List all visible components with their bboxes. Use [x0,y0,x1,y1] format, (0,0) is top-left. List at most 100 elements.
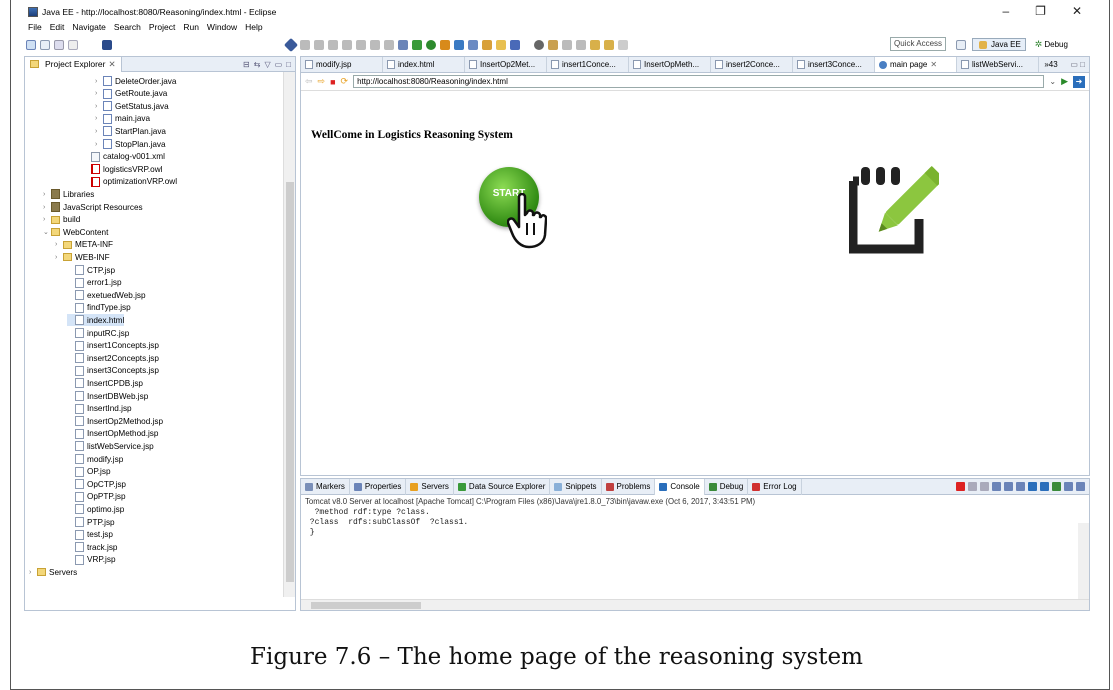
tree-item[interactable]: test.jsp [67,529,113,541]
url-field[interactable]: http://localhost:8080/Reasoning/index.ht… [353,75,1045,88]
expand-arrow-icon[interactable]: › [43,216,51,223]
console-tool-icon[interactable] [992,482,1001,491]
toggle-mark-icon[interactable] [548,40,558,50]
bottom-tab[interactable]: Error Log [748,478,802,495]
view-menu-icon[interactable]: ▽ [264,60,270,69]
expand-arrow-icon[interactable]: › [55,254,63,261]
expand-arrow-icon[interactable]: › [95,115,103,122]
tree-item[interactable]: exetuedWeb.jsp [67,289,146,301]
tree-item[interactable]: OpPTP.jsp [67,491,126,503]
editor-tab[interactable]: main page ✕ [875,57,957,72]
bottom-tab[interactable]: Problems [602,478,656,495]
tree-item[interactable]: catalog-v001.xml [83,151,165,163]
run-icon[interactable] [426,40,436,50]
tree-item[interactable]: InsertInd.jsp [67,403,132,415]
menu-run[interactable]: Run [183,22,199,32]
console-tool-icon[interactable] [1052,482,1061,491]
expand-arrow-icon[interactable]: › [95,128,103,135]
server-icon[interactable] [398,40,408,50]
tree-item[interactable]: error1.jsp [67,277,122,289]
tree-item[interactable]: CTP.jsp [67,264,115,276]
terminate-icon[interactable] [328,40,338,50]
editor-tab[interactable]: InsertOp2Met... [465,57,547,72]
new-class-icon[interactable] [468,40,478,50]
tab-overflow-button[interactable]: »43 [1039,57,1063,72]
explorer-scrollbar[interactable] [283,72,295,597]
expand-arrow-icon[interactable]: › [55,241,63,248]
tree-item[interactable]: InsertOp2Method.jsp [67,415,163,427]
minimize-view-icon[interactable]: ▭ [275,60,283,69]
pen-icon[interactable] [283,37,299,53]
perspective-debug[interactable]: ✲ Debug [1029,37,1073,52]
debug-icon[interactable] [440,40,450,50]
console-scrollbar[interactable] [1078,523,1089,599]
bottom-tab[interactable]: Markers [301,478,350,495]
bottom-tab[interactable]: Data Source Explorer [454,478,551,495]
console-tool-icon[interactable] [968,482,977,491]
collapse-all-icon[interactable]: ⊟ [243,60,250,69]
tomcat-icon[interactable] [412,40,422,50]
search-icon[interactable] [534,40,544,50]
tree-item[interactable]: InsertDBWeb.jsp [67,390,148,402]
go-icon[interactable]: ▶ [1061,76,1068,87]
tree-item[interactable]: › Libraries [43,188,94,200]
tree-item[interactable]: InsertOpMethod.jsp [67,428,158,440]
console-h-scroll-thumb[interactable] [311,602,421,609]
bottom-tab[interactable]: Console [655,478,705,495]
expand-arrow-icon[interactable]: › [95,78,103,85]
close-button[interactable]: ✕ [1072,4,1082,18]
perspective-java-ee[interactable]: Java EE [972,38,1026,51]
new-icon[interactable] [26,40,36,50]
tree-item[interactable]: › WEB-INF [55,251,110,263]
tree-item[interactable]: logisticsVRP.owl [83,163,162,175]
open-folder-icon[interactable] [496,40,506,50]
step-into-icon[interactable] [356,40,366,50]
tree-item[interactable]: track.jsp [67,541,117,553]
tree-item[interactable]: optimo.jsp [67,503,124,515]
new-server-icon[interactable] [454,40,464,50]
open-type-icon[interactable] [482,40,492,50]
tree-item[interactable]: › build [43,214,80,226]
expand-arrow-icon[interactable]: › [95,90,103,97]
tree-item[interactable]: VRP.jsp [67,554,116,566]
tree-item[interactable]: OP.jsp [67,466,111,478]
bottom-tab[interactable]: Snippets [550,478,602,495]
quick-access-field[interactable]: Quick Access [890,37,946,51]
tree-item[interactable]: › Servers [29,566,77,578]
console-tool-icon[interactable] [980,482,989,491]
last-edit-icon[interactable] [590,40,600,50]
tree-item[interactable]: listWebService.jsp [67,440,154,452]
tree-item[interactable]: modify.jsp [67,453,123,465]
tree-item[interactable]: index.html [67,314,125,327]
bottom-tab[interactable]: Debug [705,478,749,495]
editor-view-controls[interactable]: ▭ □ [1070,57,1089,72]
editor-tab[interactable]: insert1Conce... [547,57,629,72]
new-project-icon[interactable] [40,40,50,50]
disconnect-icon[interactable] [342,40,352,50]
editor-tab[interactable]: modify.jsp [301,57,383,72]
close-icon[interactable]: ✕ [108,59,115,70]
refresh-icon[interactable]: ⟳ [341,76,349,87]
menu-file[interactable]: File [28,22,42,32]
step-over-icon[interactable] [370,40,380,50]
menu-navigate[interactable]: Navigate [72,22,106,32]
stop-icon[interactable]: ■ [330,77,335,87]
tree-item[interactable]: optimizationVRP.owl [83,176,177,188]
editor-tab[interactable]: insert2Conce... [711,57,793,72]
tree-item[interactable]: InsertCPDB.jsp [67,377,143,389]
console-tool-icon[interactable] [1016,482,1025,491]
menu-help[interactable]: Help [245,22,262,32]
tree-item[interactable]: › StopPlan.java [95,138,166,150]
annotation-icon[interactable] [510,40,520,50]
back-arrow-icon[interactable]: ⇦ [305,76,313,87]
step-return-icon[interactable] [384,40,394,50]
tree-item[interactable]: › main.java [95,113,150,125]
tab-project-explorer[interactable]: Project Explorer ✕ [25,56,122,72]
console-tool-icon[interactable] [1028,482,1037,491]
suspend-icon[interactable] [314,40,324,50]
tree-item[interactable]: insert2Concepts.jsp [67,352,159,364]
minimize-button[interactable]: – [1002,4,1009,18]
expand-arrow-icon[interactable]: ⌄ [43,228,51,236]
resume-icon[interactable] [300,40,310,50]
tree-item[interactable]: ⌄ WebContent [43,226,108,238]
